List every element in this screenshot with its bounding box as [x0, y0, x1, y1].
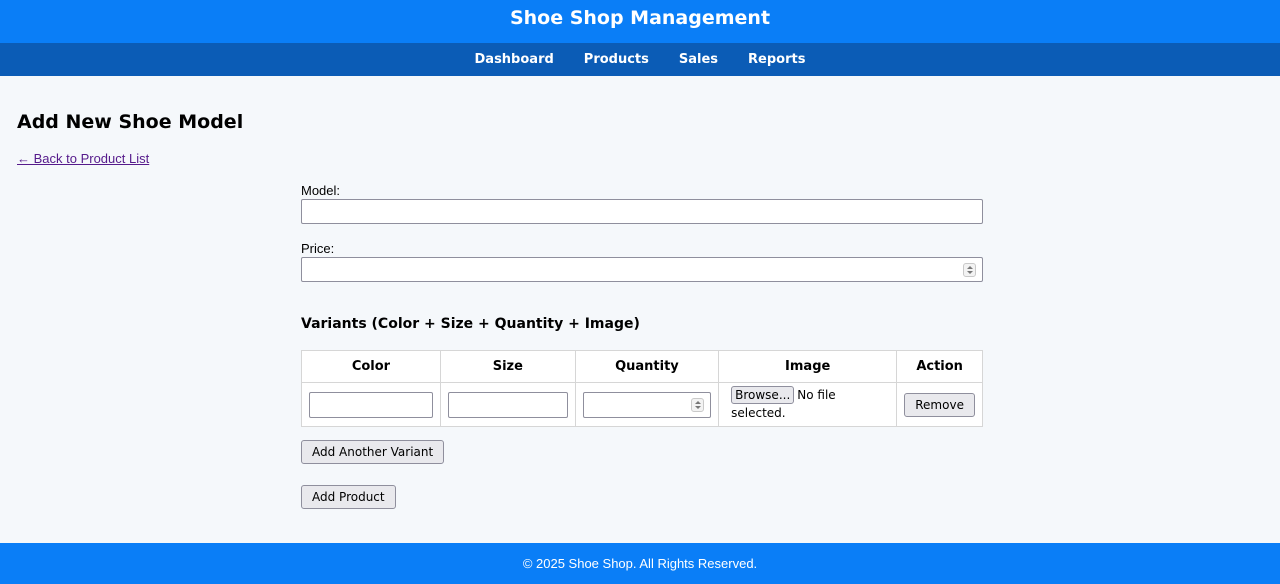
add-product-button[interactable]: Add Product — [301, 485, 396, 509]
color-input[interactable] — [309, 391, 433, 418]
app-title: Shoe Shop Management — [509, 7, 771, 29]
variants-header-row: Color Size Quantity Image Action — [301, 350, 983, 383]
nav-sales[interactable]: Sales — [664, 52, 733, 67]
main-nav: Dashboard Products Sales Reports — [0, 43, 1280, 76]
column-image: Image — [718, 350, 898, 383]
app-header: Shoe Shop Management — [0, 0, 1280, 43]
variants-title: Variants (Color + Size + Quantity + Imag… — [301, 316, 640, 332]
back-to-product-list-link[interactable]: ← Back to Product List — [17, 151, 149, 166]
column-quantity: Quantity — [574, 350, 720, 383]
quantity-input[interactable] — [582, 391, 712, 418]
price-input[interactable] — [301, 257, 983, 282]
column-color: Color — [301, 350, 441, 383]
model-input[interactable] — [301, 199, 983, 224]
nav-reports[interactable]: Reports — [733, 52, 820, 67]
nav-dashboard[interactable]: Dashboard — [460, 52, 569, 67]
remove-variant-button[interactable]: Remove — [904, 392, 975, 417]
page-footer: © 2025 Shoe Shop. All Rights Reserved. — [0, 543, 1280, 584]
browse-button[interactable]: Browse... — [731, 386, 795, 405]
price-label: Price: — [301, 241, 335, 256]
table-row: Browse... No file selected. Remove — [301, 382, 983, 427]
model-label: Model: — [301, 183, 341, 198]
price-spinner-icon[interactable] — [963, 263, 976, 277]
column-action: Action — [896, 350, 983, 383]
add-product-form: Model: Price: Variants (Color + Size + Q… — [301, 183, 983, 509]
column-size: Size — [439, 350, 576, 383]
footer-text: © 2025 Shoe Shop. All Rights Reserved. — [522, 556, 758, 571]
nav-products[interactable]: Products — [569, 52, 664, 67]
variants-table: Color Size Quantity Image Action Browse.… — [301, 350, 983, 427]
size-input[interactable] — [447, 391, 568, 418]
page-title: Add New Shoe Model — [17, 111, 244, 133]
add-variant-button[interactable]: Add Another Variant — [301, 440, 445, 464]
quantity-spinner-icon[interactable] — [691, 397, 705, 412]
